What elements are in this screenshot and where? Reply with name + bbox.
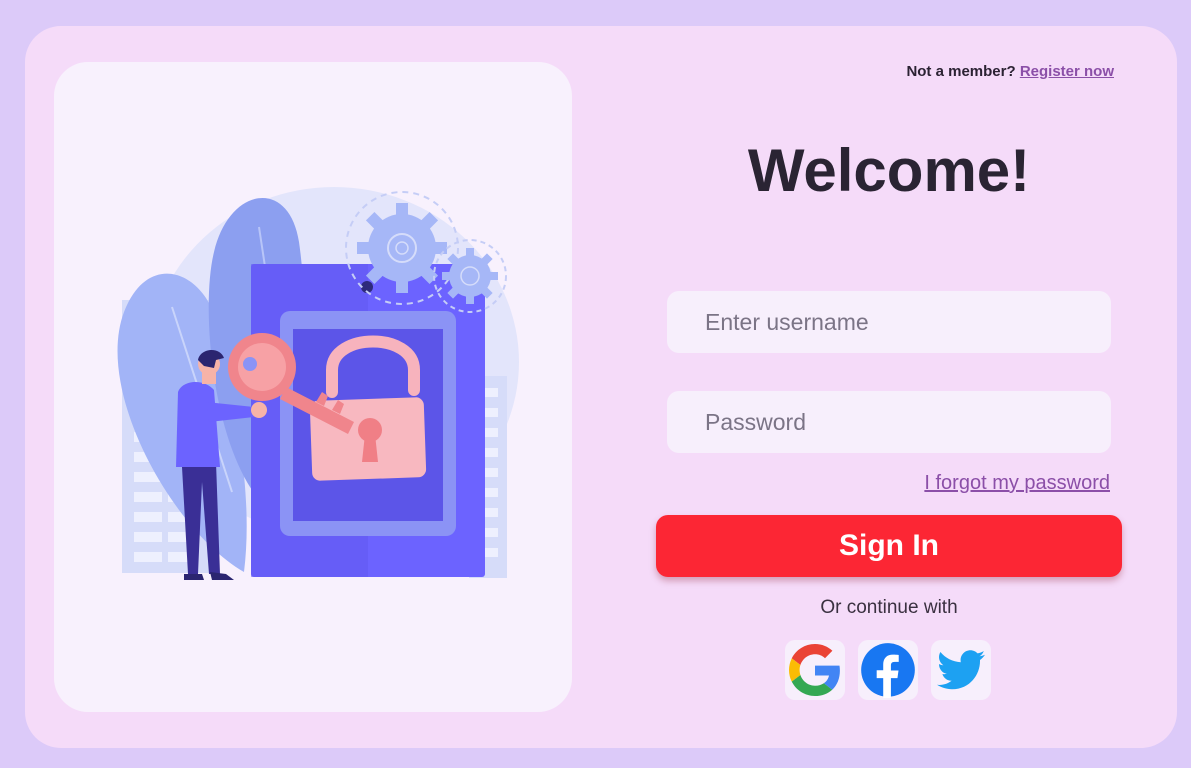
continue-with-label: Or continue with xyxy=(820,597,958,618)
register-prompt-text: Not a member? xyxy=(906,63,1016,80)
facebook-icon xyxy=(861,643,915,698)
sign-in-button[interactable]: Sign In xyxy=(656,515,1122,577)
google-icon xyxy=(789,644,840,696)
page-title: Welcome! xyxy=(747,137,1031,204)
register-link[interactable]: Register now xyxy=(1020,63,1114,80)
twitter-login-button[interactable] xyxy=(931,640,991,700)
forgot-password-link[interactable]: I forgot my password xyxy=(924,472,1110,495)
illustration-panel xyxy=(54,62,572,712)
login-card: Not a member? Register now Welcome! I fo… xyxy=(25,26,1177,748)
social-login-group xyxy=(785,640,991,700)
register-prompt: Not a member? Register now xyxy=(906,63,1114,80)
security-illustration xyxy=(117,187,519,580)
gear-small xyxy=(442,248,498,304)
facebook-login-button[interactable] xyxy=(858,640,918,700)
twitter-icon xyxy=(937,650,985,690)
username-input[interactable] xyxy=(667,291,1111,353)
password-input[interactable] xyxy=(667,391,1111,453)
google-login-button[interactable] xyxy=(785,640,845,700)
